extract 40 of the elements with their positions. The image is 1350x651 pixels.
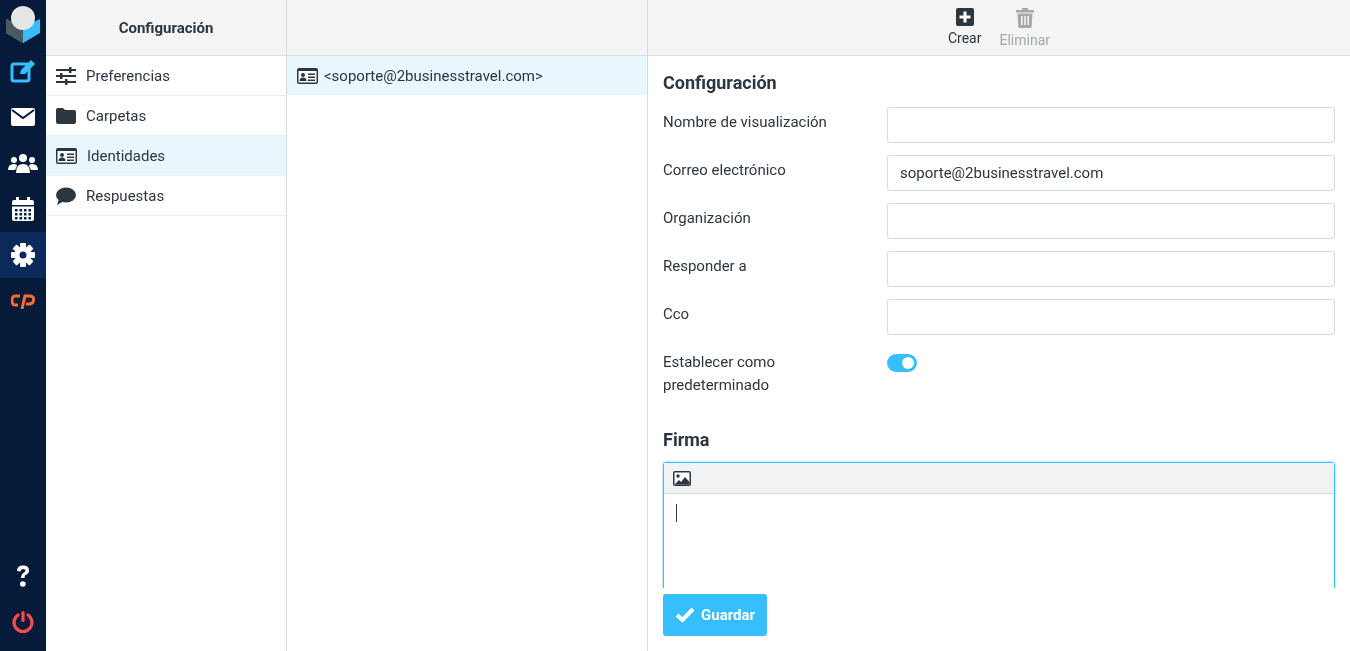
input-field[interactable] <box>887 203 1335 239</box>
section-title: Configuración <box>663 72 778 93</box>
settings-item[interactable]: Preferencias <box>46 56 286 96</box>
toggle-switch[interactable] <box>887 354 917 372</box>
id-card-icon <box>297 67 318 84</box>
power-icon <box>11 610 35 634</box>
logo-icon <box>4 5 42 43</box>
field-label: Cco <box>663 304 691 325</box>
nav-button[interactable] <box>0 232 46 278</box>
sliders-icon <box>56 66 76 85</box>
field-label: Nombre de visualización <box>663 112 828 133</box>
field-label: Correo electrónico <box>663 160 787 181</box>
text-cursor <box>676 504 677 522</box>
image-icon[interactable] <box>673 470 691 486</box>
people-icon <box>8 153 38 173</box>
checkmark-icon <box>675 607 695 623</box>
id-card-icon <box>56 147 77 164</box>
trash-icon <box>1015 7 1034 28</box>
calendar-icon <box>12 197 34 221</box>
input-field[interactable]: soporte@2businesstravel.com <box>887 155 1335 191</box>
plus-square-icon <box>955 7 974 26</box>
panel-title: Configuración <box>118 18 214 37</box>
settings-item[interactable]: Identidades <box>46 136 286 176</box>
input-field[interactable] <box>887 251 1335 287</box>
field-label: Establecer como predeterminado <box>663 352 777 396</box>
input-field[interactable] <box>887 299 1335 335</box>
question-mark-icon <box>14 564 32 588</box>
settings-item[interactable]: Respuestas <box>46 176 286 216</box>
input-field[interactable] <box>887 107 1335 143</box>
field-label: Responder a <box>663 256 748 277</box>
field-label: Organización <box>663 208 752 229</box>
edit-icon <box>10 59 36 83</box>
speech-bubble-icon <box>56 186 76 205</box>
envelope-icon <box>11 108 35 126</box>
create-button[interactable]: Crear <box>945 4 984 51</box>
settings-icon <box>11 243 35 267</box>
folder-icon <box>56 107 76 124</box>
section-title: Firma <box>663 429 711 450</box>
cp-logo-icon <box>11 293 35 309</box>
identity-item[interactable]: <soporte@2businesstravel.com> <box>287 56 647 95</box>
